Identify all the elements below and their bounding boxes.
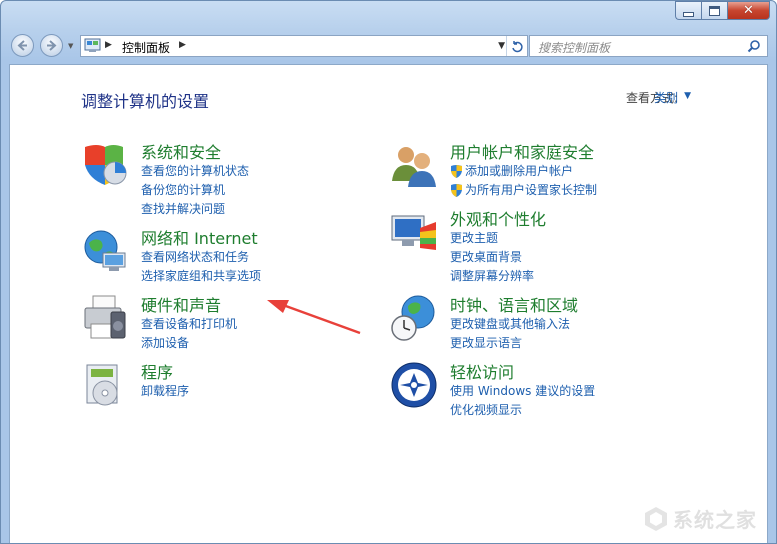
close-icon: ✕ (743, 3, 754, 18)
category-title-user-accounts[interactable]: 用户帐户和家庭安全 (450, 139, 594, 163)
link-homegroup-sharing[interactable]: 选择家庭组和共享选项 (141, 266, 261, 285)
link-list: 查看您的计算机状态 备份您的计算机 查找并解决问题 (141, 161, 249, 218)
link-adjust-resolution[interactable]: 调整屏幕分辨率 (450, 266, 534, 285)
chevron-down-icon: ▼ (684, 91, 691, 101)
ease-of-access-icon (391, 362, 437, 408)
link-backup-computer[interactable]: 备份您的计算机 (141, 180, 249, 199)
category-title-system-security[interactable]: 系统和安全 (141, 139, 221, 163)
link-list: 添加或删除用户帐户 为所有用户设置家长控制 (450, 161, 597, 199)
appearance-monitor-icon (391, 215, 436, 250)
back-arrow-icon (17, 40, 27, 51)
maximize-button[interactable] (701, 1, 727, 20)
navigation-bar: ▼ ▶ 控制面板 ▶ ▼ 搜索控制面板 (9, 32, 768, 60)
main-content: 调整计算机的设置 查看方式: 类别 ▼ 系统和安全 查看您的计算机状态 备份您的… (9, 64, 768, 543)
link-view-computer-status[interactable]: 查看您的计算机状态 (141, 161, 249, 180)
breadcrumb-separator-icon[interactable]: ▶ (179, 40, 186, 50)
link-list: 查看网络状态和任务 选择家庭组和共享选项 (141, 247, 261, 285)
address-bar[interactable]: ▶ 控制面板 ▶ ▼ (80, 35, 528, 57)
annotation-arrow-icon (267, 300, 361, 335)
link-change-input-method[interactable]: 更改键盘或其他输入法 (450, 314, 570, 333)
category-title-ease-of-access[interactable]: 轻松访问 (450, 359, 514, 383)
link-uninstall-program[interactable]: 卸载程序 (141, 381, 189, 400)
category-title-programs[interactable]: 程序 (141, 359, 173, 383)
breadcrumb-separator-icon[interactable]: ▶ (105, 40, 112, 50)
system-security-shield-icon (85, 145, 127, 185)
link-devices-printers[interactable]: 查看设备和打印机 (141, 314, 237, 333)
forward-button[interactable] (40, 34, 63, 57)
refresh-icon (511, 40, 523, 52)
search-placeholder: 搜索控制面板 (538, 41, 611, 55)
forward-arrow-icon (47, 40, 57, 51)
category-title-appearance[interactable]: 外观和个性化 (450, 206, 546, 230)
back-button[interactable] (11, 34, 34, 57)
link-view-network-status[interactable]: 查看网络状态和任务 (141, 247, 261, 266)
uac-shield-icon (451, 183, 462, 197)
link-list: 查看设备和打印机 添加设备 (141, 314, 237, 352)
category-title-clock-language[interactable]: 时钟、语言和区域 (450, 292, 578, 316)
link-troubleshoot[interactable]: 查找并解决问题 (141, 199, 249, 218)
link-parental-controls[interactable]: 为所有用户设置家长控制 (450, 180, 597, 199)
watermark: 系统之家 (643, 504, 757, 533)
recent-pages-dropdown[interactable]: ▼ (68, 42, 73, 50)
link-add-device[interactable]: 添加设备 (141, 333, 237, 352)
view-by-value: 类别 (654, 91, 679, 105)
printer-icon (84, 295, 126, 339)
programs-disc-icon (86, 364, 118, 406)
link-label: 添加或删除用户帐户 (465, 164, 574, 178)
users-icon (392, 147, 436, 187)
search-input[interactable]: 搜索控制面板 (529, 35, 768, 57)
maximize-icon (709, 5, 720, 16)
window-caption-buttons: ✕ (675, 1, 770, 20)
link-list: 更改主题 更改桌面背景 调整屏幕分辨率 (450, 228, 534, 285)
link-add-remove-users[interactable]: 添加或删除用户帐户 (450, 161, 597, 180)
link-list: 更改键盘或其他输入法 更改显示语言 (450, 314, 570, 352)
address-dropdown-icon[interactable]: ▼ (498, 41, 505, 51)
minimize-icon (683, 11, 694, 17)
link-change-desktop-background[interactable]: 更改桌面背景 (450, 247, 534, 266)
category-title-network-internet[interactable]: 网络和 Internet (141, 225, 258, 249)
page-title: 调整计算机的设置 (81, 92, 210, 111)
category-title-hardware-sound[interactable]: 硬件和声音 (141, 292, 221, 316)
minimize-button[interactable] (675, 1, 701, 20)
view-by-dropdown[interactable]: 类别 ▼ (654, 89, 691, 106)
watermark-logo-icon (645, 506, 667, 531)
refresh-button[interactable] (506, 36, 527, 56)
link-label: 为所有用户设置家长控制 (465, 183, 598, 197)
link-windows-recommended-settings[interactable]: 使用 Windows 建议的设置 (450, 381, 595, 400)
search-icon[interactable] (747, 39, 761, 53)
link-list: 卸载程序 (141, 381, 189, 400)
clock-globe-icon (391, 295, 435, 341)
link-change-theme[interactable]: 更改主题 (450, 228, 534, 247)
watermark-text: 系统之家 (673, 508, 757, 532)
close-button[interactable]: ✕ (727, 1, 770, 20)
control-panel-icon (84, 38, 101, 52)
control-panel-window: ✕ ▼ ▶ 控制面板 ▶ ▼ 搜索控制面板 调整计算机的设置 查看方式: 类别 … (0, 0, 777, 544)
link-change-display-language[interactable]: 更改显示语言 (450, 333, 570, 352)
network-globe-icon (84, 230, 126, 271)
breadcrumb-control-panel[interactable]: 控制面板 (122, 39, 170, 56)
link-list: 使用 Windows 建议的设置 优化视频显示 (450, 381, 595, 419)
link-optimize-visual-display[interactable]: 优化视频显示 (450, 400, 595, 419)
uac-shield-icon (451, 164, 462, 178)
